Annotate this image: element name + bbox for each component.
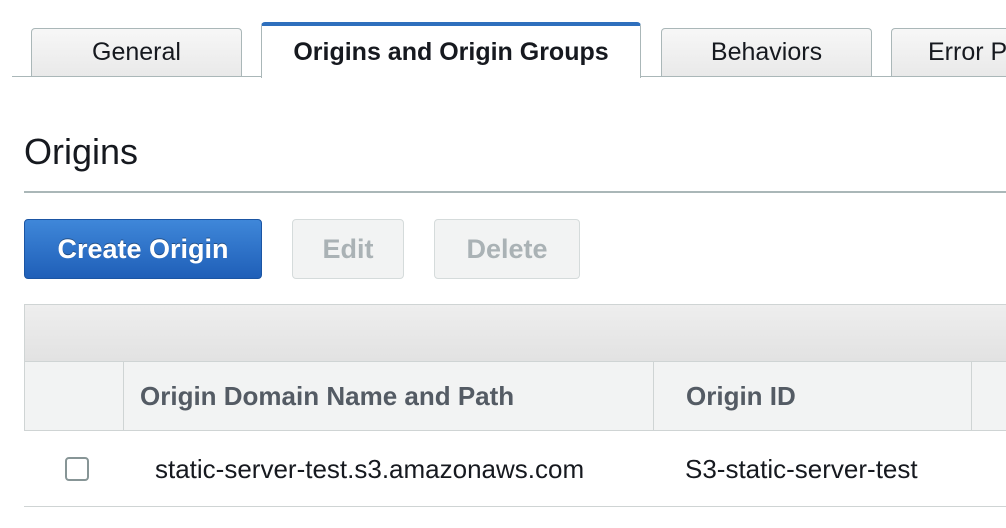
header-select-cell: [25, 362, 124, 430]
section-title: Origins: [24, 131, 139, 172]
header-origin-id[interactable]: Origin ID: [654, 362, 972, 430]
edit-button[interactable]: Edit: [292, 219, 404, 279]
origin-id-cell: S3-static-server-test: [685, 453, 918, 484]
table-toolbar: [24, 304, 1006, 362]
row-select-cell: [24, 431, 123, 507]
create-origin-button[interactable]: Create Origin: [24, 219, 262, 279]
header-origin-domain[interactable]: Origin Domain Name and Path: [124, 362, 654, 430]
tab-general[interactable]: General: [31, 28, 242, 76]
origin-domain-cell: static-server-test.s3.amazonaws.com: [155, 453, 585, 484]
table-row[interactable]: static-server-test.s3.amazonaws.com S3-s…: [24, 431, 1006, 507]
section-divider: [24, 191, 1006, 193]
header-next-column: [972, 362, 1006, 430]
row-checkbox[interactable]: [64, 457, 89, 481]
table-header: Origin Domain Name and Path Origin ID: [24, 362, 1006, 431]
tab-behaviors[interactable]: Behaviors: [661, 28, 872, 76]
delete-button[interactable]: Delete: [434, 219, 580, 279]
tab-error-pages[interactable]: Error P: [891, 28, 1006, 76]
tab-origins-and-origin-groups[interactable]: Origins and Origin Groups: [261, 22, 641, 78]
cloudfront-distribution-page: General Origins and Origin Groups Behavi…: [0, 0, 1006, 528]
